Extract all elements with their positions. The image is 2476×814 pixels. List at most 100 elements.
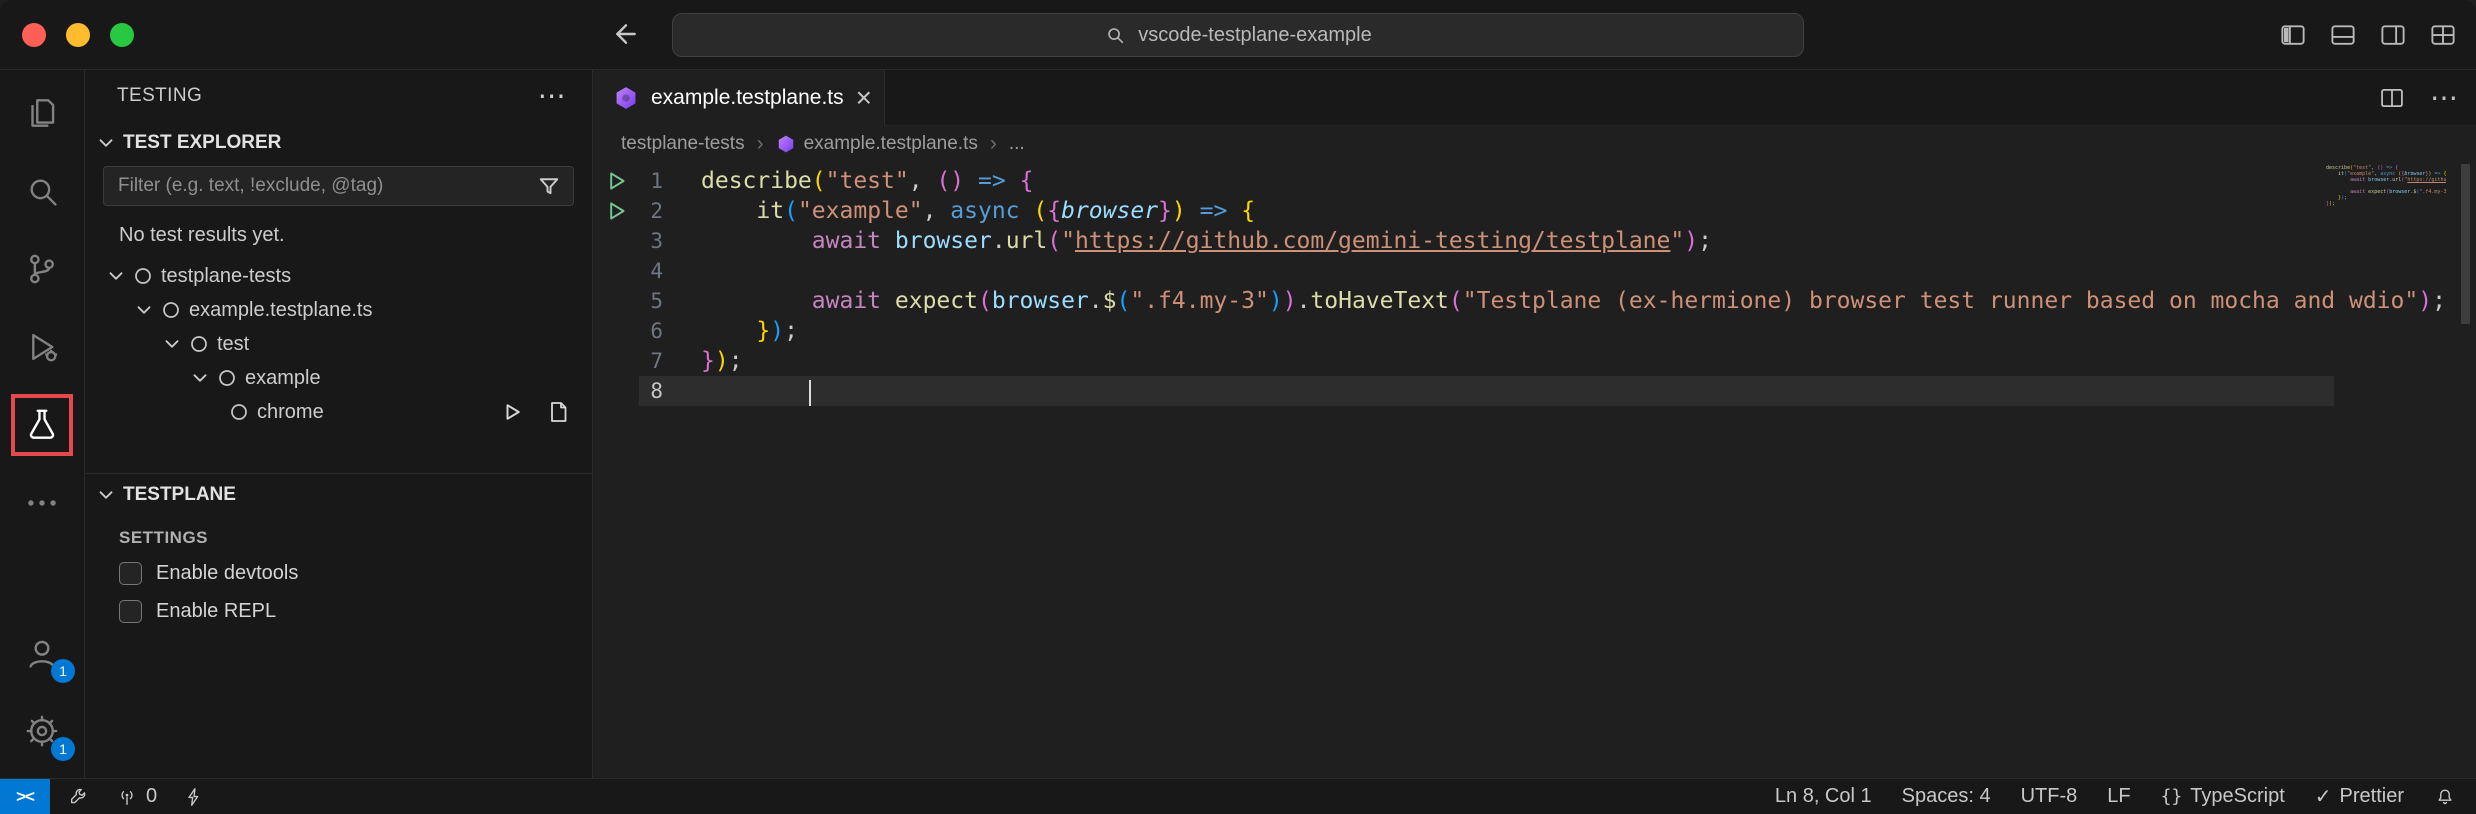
back-button[interactable]	[608, 18, 640, 50]
tree-item-test[interactable]: test	[85, 327, 592, 361]
line-number: 8	[639, 379, 663, 403]
files-icon	[23, 94, 61, 132]
editor-actions-more-icon[interactable]: ⋯	[2430, 84, 2458, 112]
zap-icon[interactable]	[183, 786, 205, 808]
additional-views-button[interactable]	[0, 464, 84, 542]
section-testplane[interactable]: TESTPLANE	[85, 474, 592, 516]
tree-item-label: chrome	[257, 401, 324, 424]
chevron-down-icon	[95, 484, 117, 506]
check-icon: ✓	[2315, 784, 2332, 809]
command-center-search[interactable]: vscode-testplane-example	[672, 13, 1804, 57]
vscode-window: vscode-testplane-example	[0, 0, 2476, 814]
code-line[interactable]: 1describe("test", () => {	[593, 166, 2476, 196]
chevron-down-icon[interactable]	[131, 299, 157, 321]
run-test-gutter-icon[interactable]	[593, 170, 639, 192]
encoding-status[interactable]: UTF-8	[2021, 785, 2078, 808]
settings-button[interactable]: 1	[0, 692, 84, 770]
test-circle-icon	[133, 266, 153, 286]
sidebar-item-run-debug[interactable]	[0, 308, 84, 386]
command-center-text: vscode-testplane-example	[1138, 24, 1371, 47]
code-line-content: });	[663, 318, 798, 344]
testing-sidebar: TESTING ⋯ TEST EXPLORER No test results …	[85, 70, 593, 778]
test-filter-box	[103, 166, 574, 206]
run-test-gutter-icon[interactable]	[593, 200, 639, 222]
tree-item-label: example	[245, 367, 321, 390]
close-window-button[interactable]	[22, 23, 46, 47]
toggle-primary-sidebar-icon[interactable]	[2278, 20, 2308, 50]
test-results-message: No test results yet.	[85, 214, 592, 259]
source-control-icon	[23, 250, 61, 288]
split-editor-icon[interactable]	[2378, 84, 2406, 112]
minimap[interactable]: describe("test", () => { it("example", a…	[2326, 165, 2446, 213]
code-line[interactable]: 2 it("example", async ({browser}) => {	[593, 196, 2476, 226]
code-line[interactable]: 7});	[593, 346, 2476, 376]
scrollbar[interactable]	[2461, 164, 2470, 324]
code-line-content: it("example", async ({browser}) => {	[663, 198, 1255, 224]
checkbox-label: Enable REPL	[156, 600, 276, 623]
run-test-icon[interactable]	[500, 400, 524, 424]
formatter-status[interactable]: ✓ Prettier	[2315, 784, 2404, 809]
run-debug-icon	[23, 328, 61, 366]
tree-item-example[interactable]: example	[85, 361, 592, 395]
enable-devtools-checkbox[interactable]	[119, 562, 142, 585]
breadcrumb-file[interactable]: example.testplane.ts	[776, 133, 978, 155]
test-filter-input[interactable]	[118, 175, 537, 197]
enable-devtools-row[interactable]: Enable devtools	[85, 554, 592, 592]
braces-icon: {}	[2161, 786, 2183, 807]
tree-item-example-testplane-ts[interactable]: example.testplane.ts	[85, 293, 592, 327]
line-number: 6	[639, 319, 663, 343]
section-test-explorer[interactable]: TEST EXPLORER	[85, 122, 592, 164]
sidebar-item-explorer[interactable]	[0, 74, 84, 152]
code-line[interactable]: 6 });	[593, 316, 2476, 346]
tab-example-testplane-ts[interactable]: example.testplane.ts ×	[593, 70, 885, 126]
enable-repl-checkbox[interactable]	[119, 600, 142, 623]
tree-item-testplane-tests[interactable]: testplane-tests	[85, 259, 592, 293]
code-line[interactable]: 8	[593, 376, 2476, 406]
checkbox-label: Enable devtools	[156, 562, 298, 585]
zoom-window-button[interactable]	[110, 23, 134, 47]
editor-group: example.testplane.ts × ⋯ testplane-tests…	[593, 70, 2476, 778]
chevron-down-icon[interactable]	[103, 265, 129, 287]
ports-status[interactable]: 0	[116, 785, 157, 808]
code-line-content: await expect(browser.$(".f4.my-3")).toHa…	[663, 288, 2446, 314]
test-circle-icon	[229, 402, 249, 422]
sidebar-item-testing[interactable]	[0, 386, 84, 464]
tab-label: example.testplane.ts	[651, 86, 844, 110]
language-status[interactable]: {} TypeScript	[2161, 785, 2285, 808]
minimize-window-button[interactable]	[66, 23, 90, 47]
enable-repl-row[interactable]: Enable REPL	[85, 592, 592, 630]
view-actions-more-icon[interactable]: ⋯	[538, 82, 566, 110]
line-number: 2	[639, 199, 663, 223]
sidebar-item-search[interactable]	[0, 152, 84, 230]
breadcrumb-folder[interactable]: testplane-tests	[621, 133, 745, 155]
accounts-button[interactable]: 1	[0, 614, 84, 692]
close-tab-icon[interactable]: ×	[856, 84, 872, 112]
remote-indicator[interactable]: ><	[0, 779, 50, 814]
tab-bar: example.testplane.ts × ⋯	[593, 70, 2476, 126]
chevron-down-icon	[95, 132, 117, 154]
line-number: 3	[639, 229, 663, 253]
eol-status[interactable]: LF	[2107, 785, 2130, 808]
toggle-panel-icon[interactable]	[2328, 20, 2358, 50]
code-editor[interactable]: 1describe("test", () => {2 it("example",…	[593, 162, 2476, 778]
chevron-down-icon[interactable]	[187, 367, 213, 389]
customize-layout-icon[interactable]	[2428, 20, 2458, 50]
code-line[interactable]: 5 await expect(browser.$(".f4.my-3")).to…	[593, 286, 2476, 316]
filter-icon[interactable]	[537, 174, 561, 198]
notifications-bell-icon[interactable]	[2434, 786, 2456, 808]
line-number: 1	[639, 169, 663, 193]
sidebar-item-source-control[interactable]	[0, 230, 84, 308]
cursor-position-status[interactable]: Ln 8, Col 1	[1775, 785, 1872, 808]
code-line[interactable]: 4	[593, 256, 2476, 286]
chevron-down-icon[interactable]	[159, 333, 185, 355]
search-icon	[23, 172, 61, 210]
goto-test-icon[interactable]	[546, 400, 570, 424]
activity-bar: 1 1	[0, 70, 85, 778]
toggle-secondary-sidebar-icon[interactable]	[2378, 20, 2408, 50]
tools-icon[interactable]	[68, 786, 90, 808]
breadcrumb-symbol[interactable]: ...	[1009, 133, 1025, 155]
section-label: TESTPLANE	[123, 484, 236, 506]
code-line[interactable]: 3 await browser.url("https://github.com/…	[593, 226, 2476, 256]
tree-item-chrome[interactable]: chrome	[85, 395, 592, 429]
indentation-status[interactable]: Spaces: 4	[1902, 785, 1991, 808]
